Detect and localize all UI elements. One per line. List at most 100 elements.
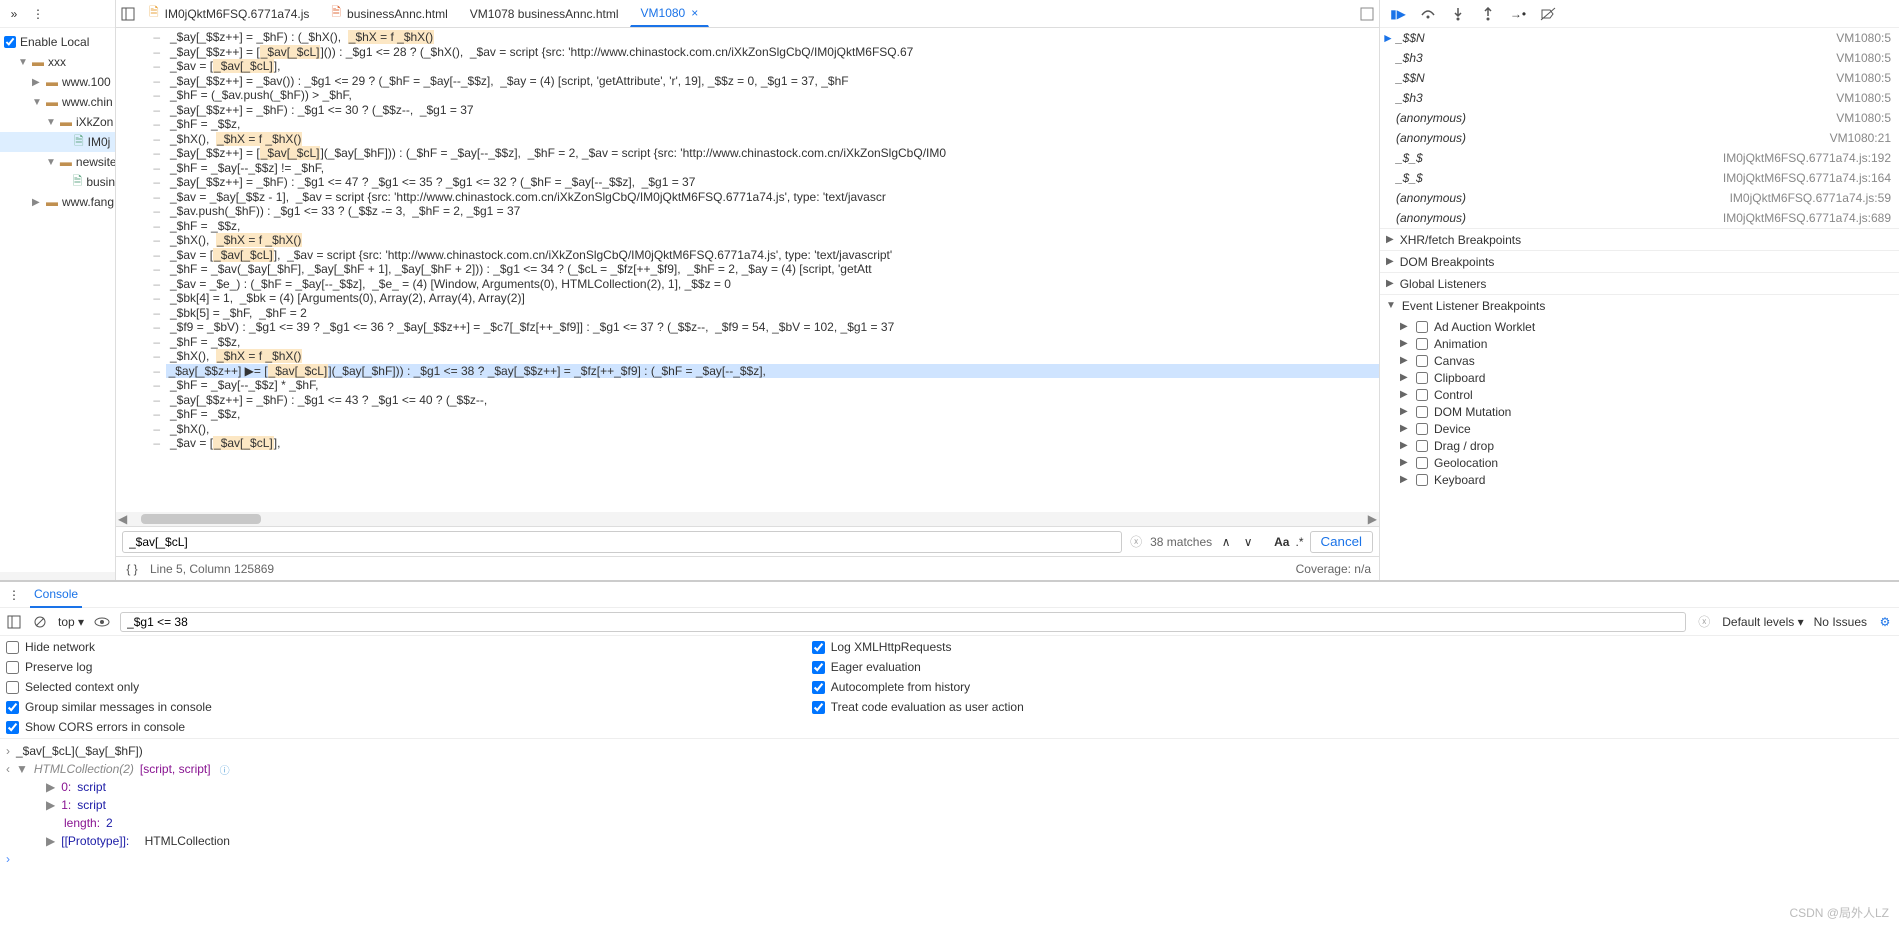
more-tabs-icon[interactable]: » <box>6 6 22 22</box>
console-setting[interactable]: Selected context only <box>6 680 212 694</box>
event-breakpoints-list[interactable]: ▶Ad Auction Worklet▶Animation▶Canvas▶Cli… <box>1380 316 1899 490</box>
cursor-position: Line 5, Column 125869 <box>150 562 274 576</box>
event-bp-item[interactable]: ▶Animation <box>1400 335 1899 352</box>
tree-item[interactable]: 🗎IM0j <box>0 132 115 152</box>
tree-item[interactable]: ▼▬newsite <box>0 152 115 172</box>
code-body[interactable]: _$ay[_$$z++] = _$hF) : (_$hX(), _$hX = f… <box>166 28 1379 512</box>
callstack-frame[interactable]: _$h3VM1080:5 <box>1380 48 1899 68</box>
callstack-frame[interactable]: (anonymous)IM0jQktM6FSQ.6771a74.js:689 <box>1380 208 1899 228</box>
editor-status: { } Line 5, Column 125869 Coverage: n/a <box>116 556 1379 580</box>
event-bp-item[interactable]: ▶Geolocation <box>1400 454 1899 471</box>
call-stack[interactable]: _$$NVM1080:5_$h3VM1080:5_$$NVM1080:5_$h3… <box>1380 28 1899 228</box>
tree-item[interactable]: ▼▬iXkZon <box>0 112 115 132</box>
console-setting[interactable]: Treat code evaluation as user action <box>812 700 1024 714</box>
callstack-frame[interactable]: _$$NVM1080:5 <box>1380 28 1899 48</box>
callstack-frame[interactable]: _$_$IM0jQktM6FSQ.6771a74.js:192 <box>1380 148 1899 168</box>
search-prev-icon[interactable]: ∧ <box>1218 534 1234 550</box>
tab-console[interactable]: Console <box>30 582 82 608</box>
debug-section[interactable]: ▶Global Listeners <box>1380 272 1899 294</box>
console-setting[interactable]: Log XMLHttpRequests <box>812 640 1024 654</box>
chevron-left-icon: ‹ <box>6 762 10 776</box>
console-setting[interactable]: Eager evaluation <box>812 660 1024 674</box>
debug-section[interactable]: ▶XHR/fetch Breakpoints <box>1380 228 1899 250</box>
event-bp-item[interactable]: ▶Clipboard <box>1400 369 1899 386</box>
deactivate-bp-icon[interactable] <box>1540 6 1556 22</box>
navigator-panel: » ⋮ Enable Local ▼▬xxx▶▬www.100▼▬www.chi… <box>0 0 116 580</box>
tree-item[interactable]: ▶▬www.fang <box>0 192 115 212</box>
search-input[interactable] <box>122 531 1122 553</box>
format-icon[interactable]: { } <box>124 561 140 577</box>
editor-tab[interactable]: VM1078 businessAnnc.html <box>459 1 630 27</box>
clear-search-icon[interactable]: ⓧ <box>1128 534 1144 550</box>
close-icon[interactable]: × <box>691 6 698 20</box>
callstack-frame[interactable]: _$$NVM1080:5 <box>1380 68 1899 88</box>
clear-filter-icon[interactable]: ⓧ <box>1696 614 1712 630</box>
event-bp-item[interactable]: ▶Ad Auction Worklet <box>1400 318 1899 335</box>
callstack-frame[interactable]: (anonymous)VM1080:21 <box>1380 128 1899 148</box>
debug-section[interactable]: ▼Event Listener Breakpoints <box>1380 294 1899 316</box>
console-sidebar-toggle-icon[interactable] <box>6 614 22 630</box>
console-input-echo: _$av[_$cL](_$ay[_$hF]) <box>16 744 143 758</box>
step-icon[interactable]: →• <box>1510 6 1526 22</box>
enable-local-checkbox[interactable] <box>4 36 16 48</box>
event-bp-item[interactable]: ▶Canvas <box>1400 352 1899 369</box>
console-setting[interactable]: Preserve log <box>6 660 212 674</box>
chevron-right-icon: › <box>6 744 10 758</box>
sidebar-toggle-icon[interactable] <box>120 6 136 22</box>
editor-search: ⓧ 38 matches ∧ ∨ Aa .* Cancel <box>116 526 1379 556</box>
editor-tabs: 🗎IM0jQktM6FSQ.6771a74.js🗎businessAnnc.ht… <box>116 0 1379 28</box>
context-select[interactable]: top ▾ <box>58 615 84 629</box>
step-out-icon[interactable] <box>1480 6 1496 22</box>
console-setting[interactable]: Hide network <box>6 640 212 654</box>
watermark: CSDN @局外人LZ <box>1789 904 1889 921</box>
overflow-icon[interactable] <box>1359 6 1375 22</box>
info-icon[interactable]: ⓘ <box>217 761 233 777</box>
gutter[interactable]: ––––––––––––––––––––––––––––– <box>116 28 166 512</box>
tree-item[interactable]: ▼▬xxx <box>0 52 115 72</box>
callstack-frame[interactable]: (anonymous)VM1080:5 <box>1380 108 1899 128</box>
step-over-icon[interactable] <box>1420 6 1436 22</box>
tree-item[interactable]: ▼▬www.chin <box>0 92 115 112</box>
event-bp-item[interactable]: ▶Keyboard <box>1400 471 1899 488</box>
clear-console-icon[interactable] <box>32 614 48 630</box>
editor-tab[interactable]: 🗎IM0jQktM6FSQ.6771a74.js <box>138 1 320 27</box>
kebab-icon[interactable]: ⋮ <box>30 6 46 22</box>
callstack-frame[interactable]: (anonymous)IM0jQktM6FSQ.6771a74.js:59 <box>1380 188 1899 208</box>
tree-item[interactable]: 🗎busin <box>0 172 115 192</box>
resume-icon[interactable]: ▮▶ <box>1390 6 1406 22</box>
console-setting[interactable]: Autocomplete from history <box>812 680 1024 694</box>
live-expression-icon[interactable] <box>94 614 110 630</box>
regex-toggle[interactable]: .* <box>1295 535 1303 549</box>
search-cancel-button[interactable]: Cancel <box>1310 531 1374 553</box>
nav-scrollbar[interactable] <box>0 572 115 580</box>
console-output[interactable]: ›_$av[_$cL](_$ay[_$hF]) ‹▼ HTMLCollectio… <box>0 739 1899 929</box>
event-bp-item[interactable]: ▶Drag / drop <box>1400 437 1899 454</box>
event-bp-item[interactable]: ▶Device <box>1400 420 1899 437</box>
debug-section[interactable]: ▶DOM Breakpoints <box>1380 250 1899 272</box>
editor-tab[interactable]: 🗎businessAnnc.html <box>320 1 458 27</box>
file-tree[interactable]: Enable Local ▼▬xxx▶▬www.100▼▬www.chin▼▬i… <box>0 28 115 216</box>
enable-local-label: Enable Local <box>20 35 89 49</box>
console-setting[interactable]: Show CORS errors in console <box>6 720 212 734</box>
search-next-icon[interactable]: ∨ <box>1240 534 1256 550</box>
code-editor[interactable]: ––––––––––––––––––––––––––––– _$ay[_$$z+… <box>116 28 1379 512</box>
console-setting[interactable]: Group similar messages in console <box>6 700 212 714</box>
callstack-frame[interactable]: _$h3VM1080:5 <box>1380 88 1899 108</box>
console-drawer: ⋮ Console top ▾ ⓧ Default levels ▾ No Is… <box>0 580 1899 929</box>
match-case-toggle[interactable]: Aa <box>1274 535 1289 549</box>
coverage-label: Coverage: n/a <box>1296 562 1371 576</box>
log-levels-select[interactable]: Default levels ▾ <box>1722 615 1803 629</box>
horizontal-scrollbar[interactable]: ◀▶ <box>116 512 1379 526</box>
tree-item[interactable]: ▶▬www.100 <box>0 72 115 92</box>
callstack-frame[interactable]: _$_$IM0jQktM6FSQ.6771a74.js:164 <box>1380 168 1899 188</box>
event-bp-item[interactable]: ▶Control <box>1400 386 1899 403</box>
prompt-icon[interactable]: › <box>6 852 10 866</box>
console-settings: Hide network Preserve log Selected context… <box>0 636 1899 739</box>
event-bp-item[interactable]: ▶DOM Mutation <box>1400 403 1899 420</box>
editor-tab[interactable]: VM1080× <box>630 1 710 27</box>
settings-gear-icon[interactable]: ⚙ <box>1877 614 1893 630</box>
console-kebab-icon[interactable]: ⋮ <box>6 587 22 603</box>
console-filter-input[interactable] <box>120 612 1686 632</box>
step-into-icon[interactable] <box>1450 6 1466 22</box>
issues-label[interactable]: No Issues <box>1814 615 1867 629</box>
